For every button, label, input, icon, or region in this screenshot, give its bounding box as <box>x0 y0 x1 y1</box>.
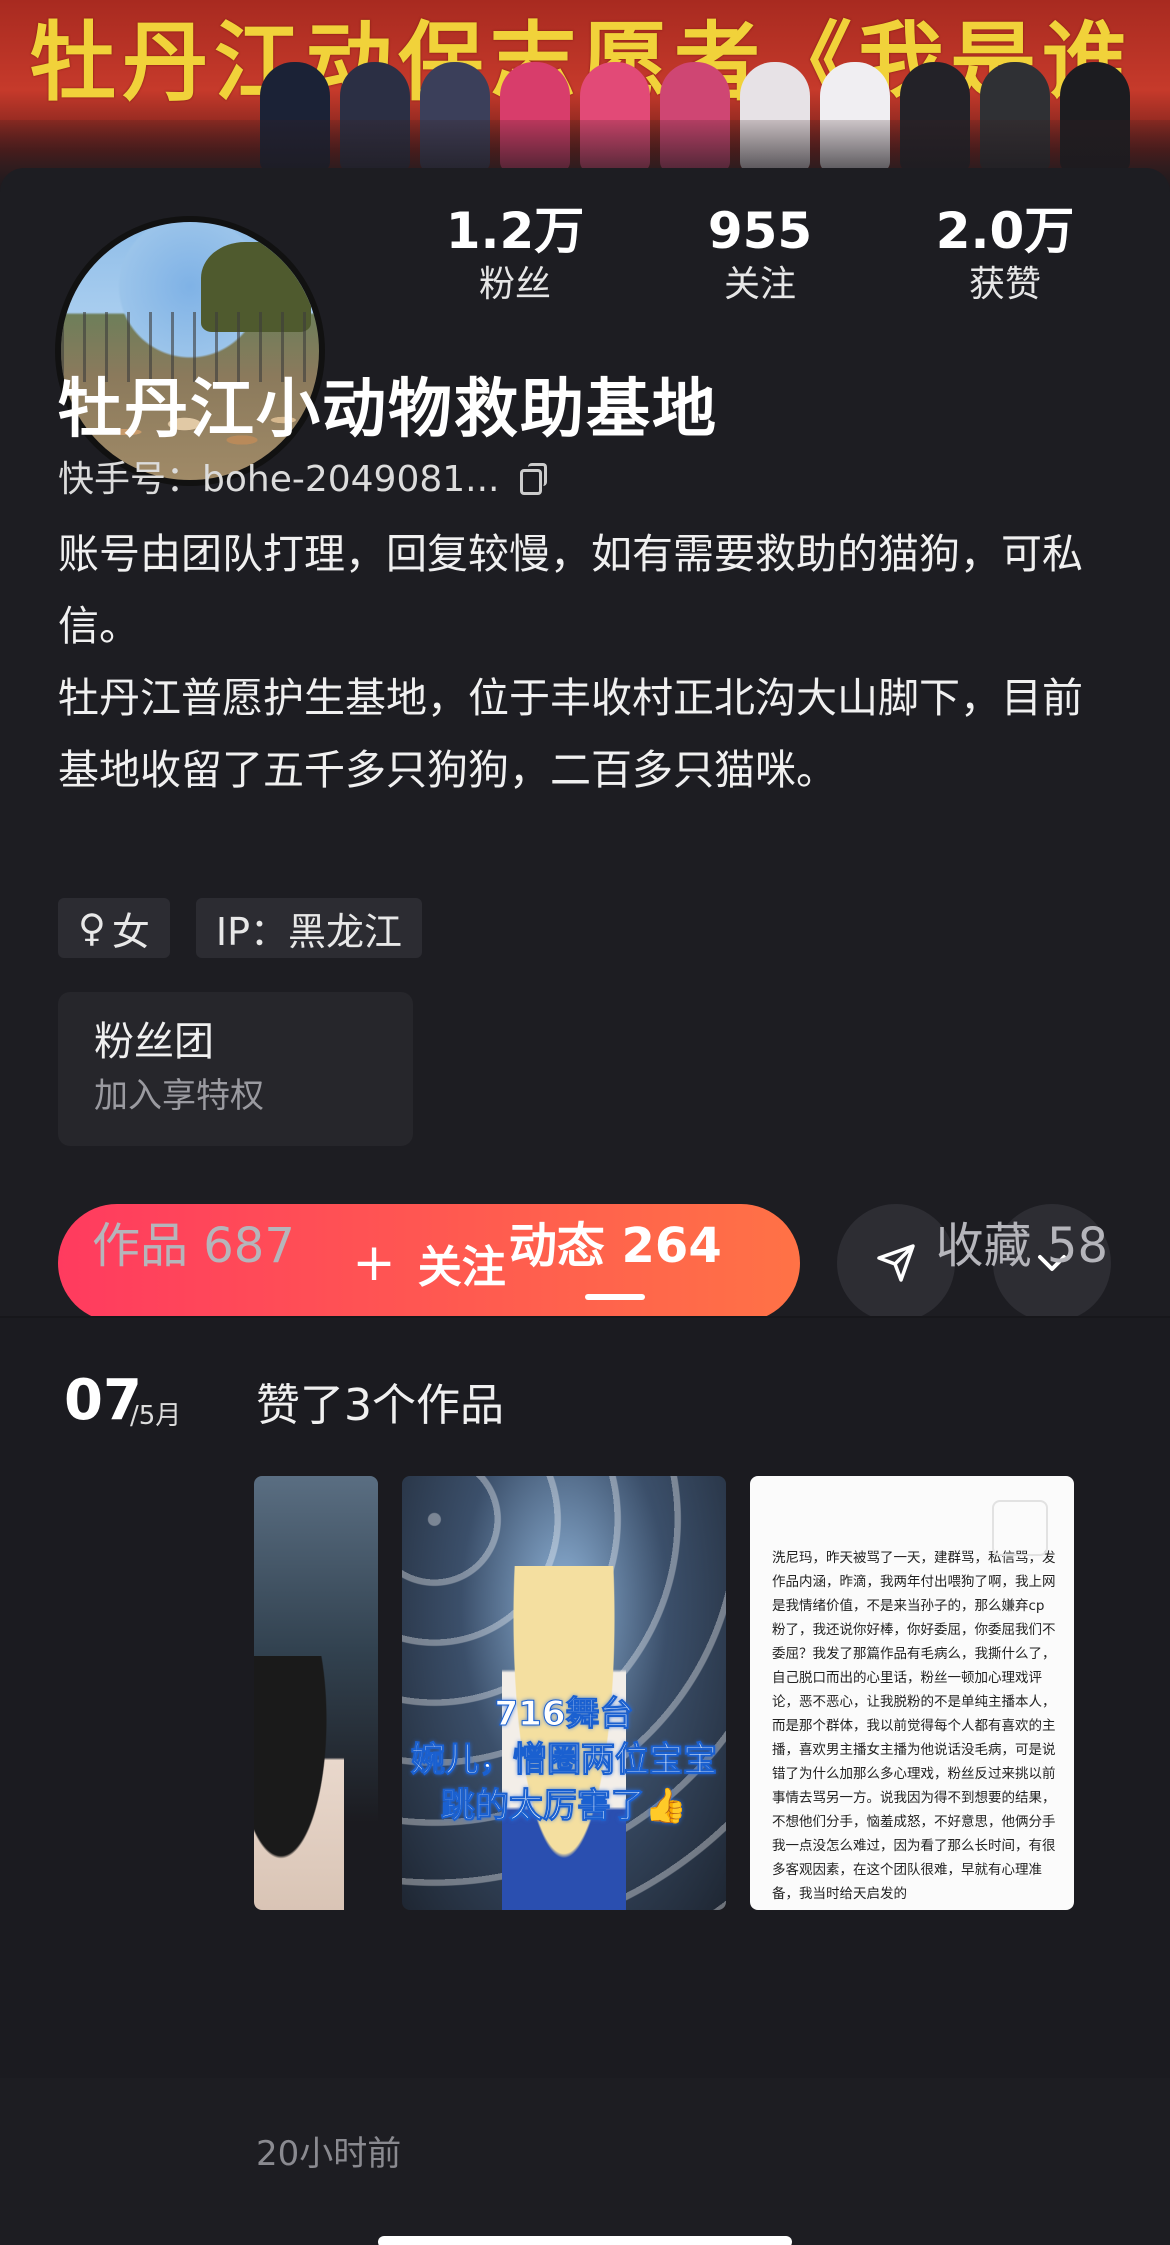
feed-date-month: /5月 <box>130 1401 182 1431</box>
profile-bio: 账号由团队打理，回复较慢，如有需要救助的猫狗，可私信。 牡丹江普愿护生基地，位于… <box>58 518 1118 806</box>
bio-line: 牡丹江普愿护生基地，位于丰收村正北沟大山脚下，目前基地收留了五千多只狗狗，二百多… <box>58 674 1083 794</box>
stat-label: 关注 <box>723 264 796 305</box>
stat-likes[interactable]: 2.0万 获赞 <box>905 200 1105 308</box>
feed-timestamp: 20小时前 <box>256 2134 402 2174</box>
stat-value: 955 <box>707 202 813 260</box>
ip-label: IP：黑龙江 <box>215 909 402 954</box>
stat-label: 获赞 <box>968 264 1041 305</box>
fan-group-subtitle: 加入享特权 <box>94 1076 264 1116</box>
stat-fans[interactable]: 1.2万 粉丝 <box>415 200 615 308</box>
female-icon: ♀ <box>78 906 106 950</box>
thumbnail-caption: 跳的太厉害了👍 <box>440 1786 688 1827</box>
profile-stats: 1.2万 粉丝 955 关注 2.0万 获赞 <box>415 200 1105 308</box>
stat-value: 2.0万 <box>935 202 1075 260</box>
tab-moments[interactable]: 动态 264 <box>509 1196 722 1306</box>
fan-group-title: 粉丝团 <box>94 1019 214 1065</box>
gender-tag: ♀ 女 <box>58 898 170 958</box>
profile-tabs: 作品 687 动态 264 收藏 58 <box>0 1196 1170 1306</box>
bio-line: 账号由团队打理，回复较慢，如有需要救助的猫狗，可私信。 <box>58 530 1083 650</box>
thumbnail-caption: 716舞台 <box>494 1694 634 1735</box>
ip-tag: IP：黑龙江 <box>195 898 422 958</box>
copy-icon[interactable] <box>519 463 547 495</box>
stat-label: 粉丝 <box>478 264 551 305</box>
tab-works[interactable]: 作品 687 <box>92 1196 295 1306</box>
feed-thumbnail-1[interactable] <box>254 1476 378 1910</box>
profile-name: 牡丹江小动物救助基地 <box>58 373 718 447</box>
gender-label: 女 <box>111 909 150 954</box>
home-indicator[interactable] <box>378 2236 792 2245</box>
thumbnail-text: 洗尼玛，昨天被骂了一天，建群骂，私信骂，发作品内涵，昨滴，我两年付出喂狗了啊，我… <box>772 1550 1056 1902</box>
kwai-id-text: 快手号：bohe-2049081... <box>58 459 500 500</box>
feed-thumbnail-2[interactable]: 716舞台 婉儿，憎圈两位宝宝 跳的太厉害了👍 <box>402 1476 726 1910</box>
thumbnail-caption: 婉儿，憎圈两位宝宝 <box>411 1740 718 1781</box>
stat-following[interactable]: 955 关注 <box>660 200 860 308</box>
fan-group-card[interactable]: 粉丝团 加入享特权 <box>58 992 413 1146</box>
tab-favorites[interactable]: 收藏 58 <box>936 1196 1108 1306</box>
profile-tags: ♀ 女 IP：黑龙江 <box>58 898 422 958</box>
stat-value: 1.2万 <box>445 202 585 260</box>
feed-activity-text: 赞了3个作品 <box>256 1380 504 1431</box>
kwai-id-row: 快手号：bohe-2049081... <box>58 450 547 502</box>
feed-thumbnail-3[interactable]: 洗尼玛，昨天被骂了一天，建群骂，私信骂，发作品内涵，昨滴，我两年付出喂狗了啊，我… <box>750 1476 1074 1910</box>
image-placeholder-icon <box>992 1500 1048 1556</box>
